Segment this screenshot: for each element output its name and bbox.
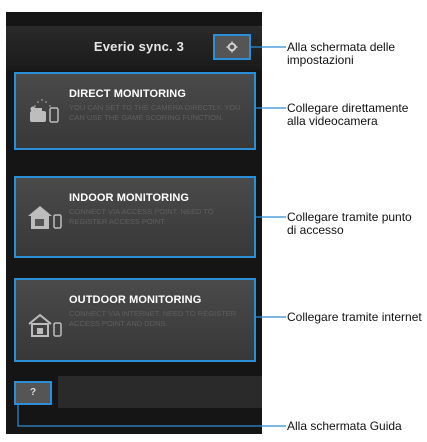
- callout-settings: Alla schermata delle impostazioni: [287, 40, 396, 67]
- callout-indoor: Collegare tramite punto di accesso: [287, 210, 412, 237]
- callout-outdoor: Collegare tramite internet: [287, 310, 422, 324]
- callout-direct: Collegare direttamente alla videocamera: [287, 101, 409, 128]
- callout-guide: Alla schermata Guida: [287, 419, 402, 433]
